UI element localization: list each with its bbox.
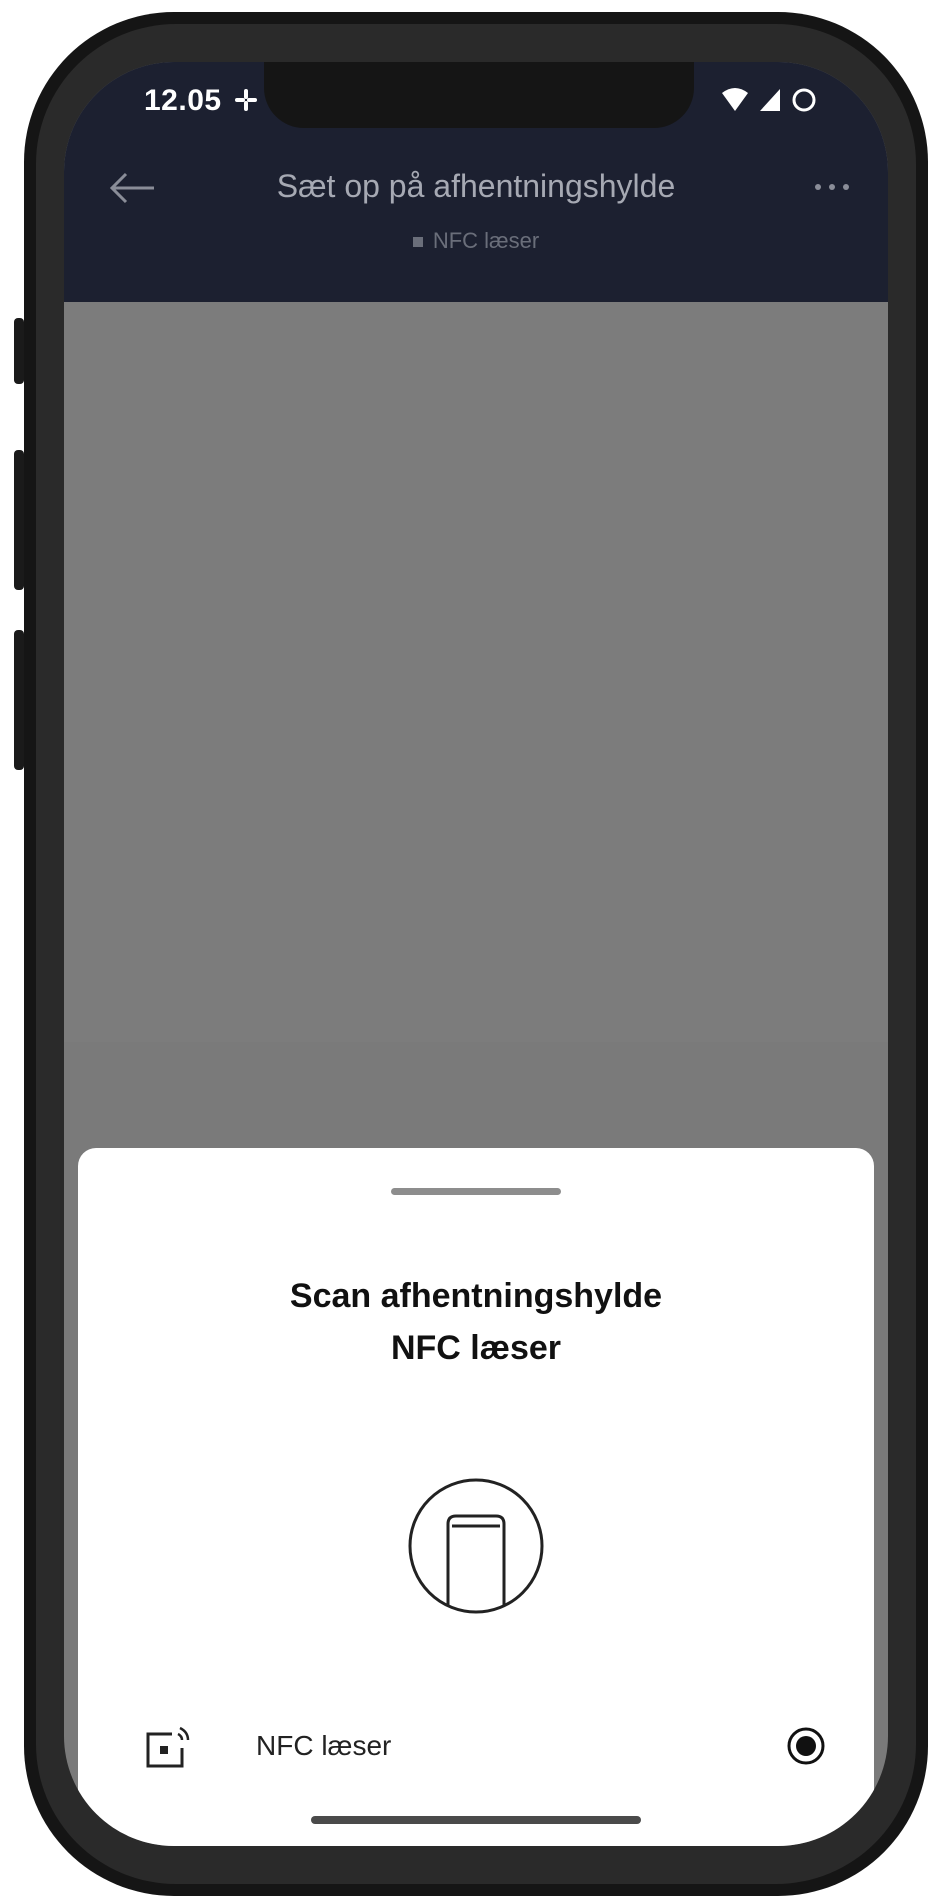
more-icon[interactable] [810, 172, 854, 202]
mute-switch [14, 318, 24, 384]
page-title: Sæt op på afhentningshylde [276, 168, 676, 204]
option-nfc-reader[interactable]: NFC læser [78, 1712, 874, 1782]
status-time: 12.05 [144, 84, 222, 117]
sheet-title-line2: NFC læser [390, 1329, 562, 1367]
volume-down-button [14, 630, 24, 770]
device-mockup: 12.05 Sæt op på afhentningshylde NFC læs… [0, 0, 938, 1904]
slack-icon [235, 89, 257, 111]
notch [264, 62, 694, 128]
dimmed-overlay[interactable] [64, 302, 888, 1042]
wifi-icon [722, 88, 748, 111]
signal-icon [760, 89, 780, 111]
volume-up-button [14, 450, 24, 590]
radio-selected-icon[interactable] [786, 1726, 826, 1766]
phone-screen: 12.05 Sæt op på afhentningshylde NFC læs… [64, 62, 888, 1846]
phone-frame: 12.05 Sæt op på afhentningshylde NFC læs… [24, 12, 928, 1896]
sheet-title-line1: Scan afhentningshylde [289, 1277, 663, 1315]
loading-icon [792, 88, 816, 112]
option-label: NFC læser [256, 1730, 392, 1761]
app-bar: 12.05 Sæt op på afhentningshylde NFC læs… [64, 62, 888, 302]
page-subtitle: NFC læser [64, 228, 888, 254]
bottom-sheet: Scan afhentningshylde NFC læser NFC læse… [78, 1148, 874, 1846]
nfc-icon [146, 1726, 190, 1768]
subtitle-text: NFC læser [432, 228, 540, 253]
sheet-drag-handle[interactable] [391, 1188, 561, 1195]
subtitle-bullet-icon [412, 237, 423, 248]
home-indicator[interactable] [311, 1816, 641, 1824]
sheet-title: Scan afhentningshylde NFC læser [78, 1270, 874, 1374]
status-icons [720, 86, 818, 114]
nfc-reader-icon [408, 1478, 544, 1614]
